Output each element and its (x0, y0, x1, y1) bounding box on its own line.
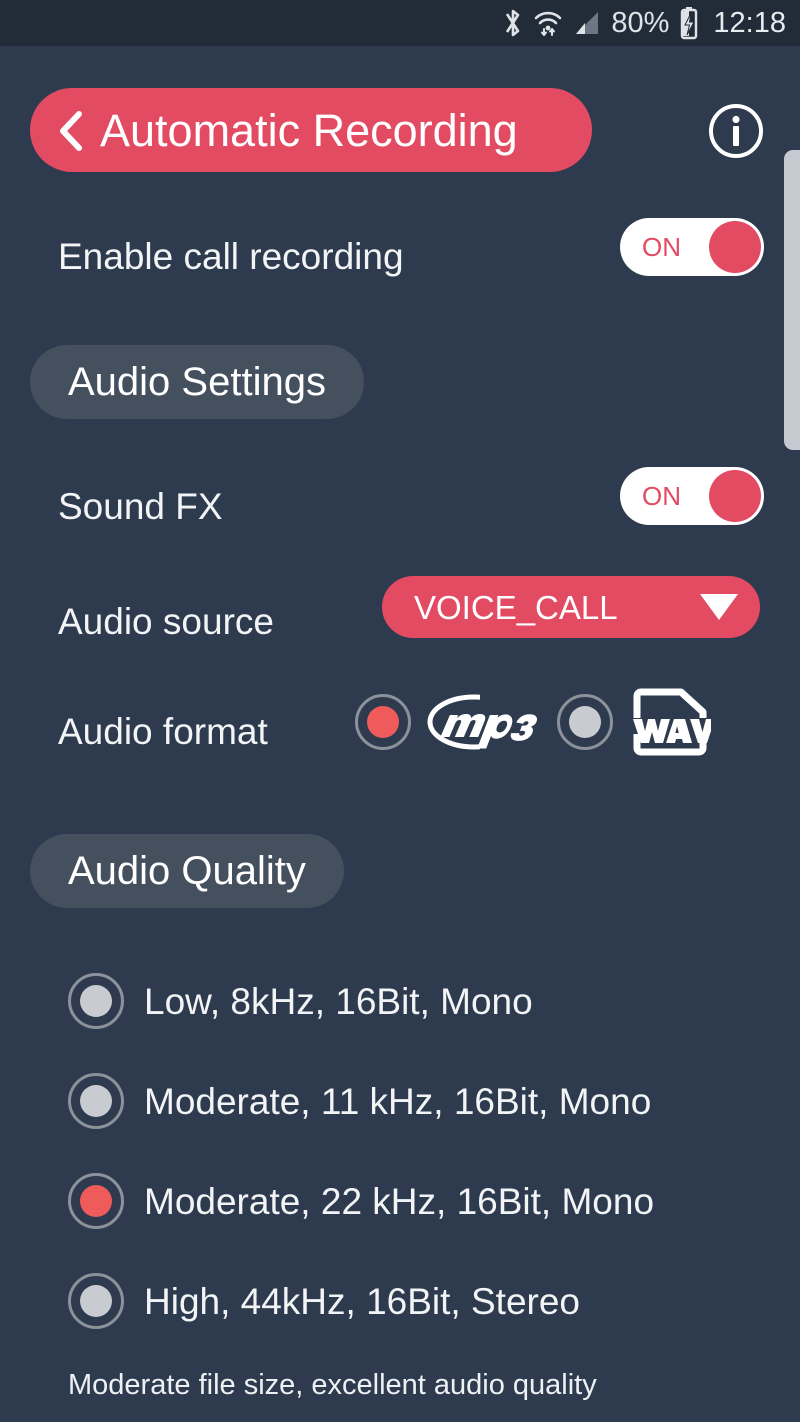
sound-fx-toggle-state: ON (642, 481, 681, 511)
toggle-thumb[interactable] (709, 221, 761, 273)
audio-format-options (355, 686, 715, 758)
bluetooth-icon (502, 7, 524, 39)
quality-option-label: Moderate, 22 kHz, 16Bit, Mono (144, 1180, 655, 1222)
chevron-down-icon[interactable] (700, 594, 738, 620)
quality-option-row[interactable]: Moderate, 11 kHz, 16Bit, Mono (68, 1073, 651, 1129)
scrollbar-thumb[interactable] (784, 150, 800, 450)
quality-radio-moderate-22[interactable] (68, 1173, 124, 1229)
battery-percent: 80% (611, 6, 670, 39)
back-title-button[interactable]: Automatic Recording (30, 88, 592, 172)
sound-fx-toggle[interactable]: ON (620, 467, 764, 525)
audio-format-radio-wav[interactable] (557, 694, 613, 750)
quality-radio-low[interactable] (68, 973, 124, 1029)
audio-source-value: VOICE_CALL (414, 588, 618, 626)
header-bar: Automatic Recording (0, 88, 800, 172)
quality-option-row[interactable]: High, 44kHz, 16Bit, Stereo (68, 1273, 580, 1329)
wifi-icon (533, 8, 563, 38)
info-icon[interactable] (707, 102, 765, 160)
quality-caption: Moderate file size, excellent audio qual… (68, 1369, 597, 1401)
quality-option-label: Low, 8kHz, 16Bit, Mono (144, 980, 533, 1022)
status-bar: 80% 12:18 (0, 0, 800, 46)
settings-scroll-area[interactable]: Automatic Recording Enable call recordin… (0, 46, 800, 1422)
chevron-left-icon[interactable] (56, 110, 86, 151)
enable-call-recording-label: Enable call recording (58, 235, 404, 277)
audio-format-radio-mp3[interactable] (355, 694, 411, 750)
sound-fx-label: Sound FX (58, 485, 223, 527)
battery-charging-icon (678, 6, 700, 40)
app-screen: 80% 12:18 Automatic Recording Enable cal… (0, 0, 800, 1422)
page-title: Automatic Recording (100, 104, 518, 156)
radio-dot (80, 1085, 112, 1117)
audio-source-dropdown[interactable]: VOICE_CALL (382, 576, 760, 638)
quality-radio-high[interactable] (68, 1273, 124, 1329)
clock-time: 12:18 (713, 6, 786, 39)
wav-file-icon[interactable] (629, 686, 715, 758)
cellular-signal-icon (572, 8, 602, 38)
radio-dot (80, 1285, 112, 1317)
audio-source-label: Audio source (58, 600, 274, 642)
quality-radio-moderate-11[interactable] (68, 1073, 124, 1129)
radio-dot (80, 985, 112, 1017)
enable-call-recording-toggle[interactable]: ON (620, 218, 764, 276)
audio-format-label: Audio format (58, 710, 268, 752)
section-audio-quality: Audio Quality (30, 834, 344, 908)
section-audio-quality-title: Audio Quality (68, 849, 306, 893)
radio-dot (80, 1185, 112, 1217)
quality-option-row[interactable]: Low, 8kHz, 16Bit, Mono (68, 973, 533, 1029)
quality-option-row[interactable]: Moderate, 22 kHz, 16Bit, Mono (68, 1173, 654, 1229)
radio-dot (367, 706, 399, 738)
enable-call-recording-toggle-state: ON (642, 232, 681, 262)
section-audio-settings-title: Audio Settings (68, 360, 326, 404)
quality-option-label: High, 44kHz, 16Bit, Stereo (144, 1280, 580, 1322)
quality-option-label: Moderate, 11 kHz, 16Bit, Mono (144, 1080, 652, 1122)
radio-dot (569, 706, 601, 738)
mp3-logo-icon[interactable] (425, 691, 543, 753)
section-audio-settings: Audio Settings (30, 345, 364, 419)
toggle-thumb[interactable] (709, 470, 761, 522)
